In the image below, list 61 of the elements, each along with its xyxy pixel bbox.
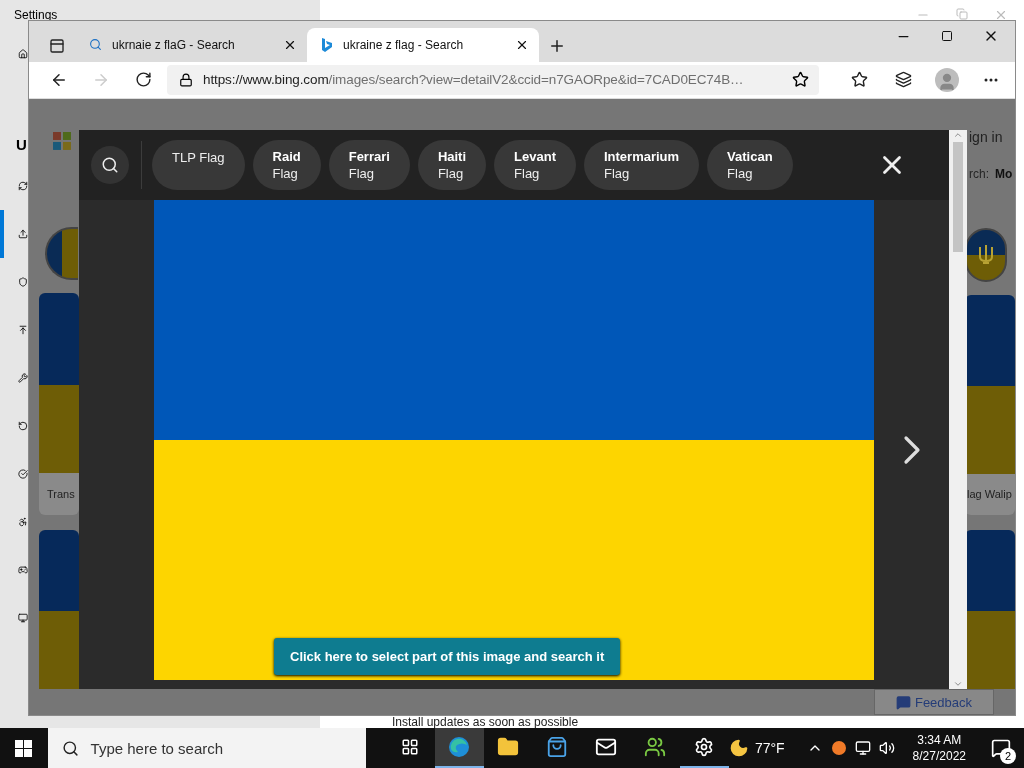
task-view-icon (401, 738, 420, 756)
image-caption: Trans (39, 472, 79, 515)
search-button[interactable] (91, 146, 129, 184)
temperature[interactable]: 77°F (754, 740, 785, 756)
image-caption: lag Walip (965, 473, 1015, 516)
more-icon (984, 77, 998, 82)
search-link[interactable]: Mo (995, 166, 1013, 187)
scrollbar[interactable] (949, 130, 967, 689)
settings-icon (694, 737, 715, 757)
image-card[interactable] (965, 530, 1015, 689)
visual-search-tooltip[interactable]: Click here to select part of this image and search it (274, 638, 621, 675)
search-icon (89, 38, 102, 52)
edge-icon (448, 736, 471, 758)
bing-icon (321, 37, 333, 52)
maximize-icon[interactable] (941, 30, 953, 42)
windows-icon (15, 739, 33, 757)
folder-icon (497, 736, 520, 758)
people-icon (644, 736, 667, 758)
wrench-icon (18, 370, 28, 386)
sign-in-link[interactable]: ign in (969, 129, 1003, 149)
clock[interactable]: 3:34 AM 8/27/2022 (912, 732, 966, 764)
address-bar[interactable]: https://www.bing.com/images/search?view=detailV2&ccid=n7GAORpe&id=7CAD0EC74B… (167, 64, 819, 95)
related-search-chip[interactable]: Ferrari Flag (328, 140, 410, 190)
notification-count: 2 (1000, 748, 1016, 764)
app-tray-icon[interactable] (830, 740, 847, 756)
search-label: rch: (969, 166, 989, 183)
related-search-chip[interactable]: Intermarium Flag (583, 140, 700, 190)
window-title: Settings (14, 8, 58, 22)
section-heading: U (16, 134, 27, 155)
trident-chip[interactable] (965, 228, 1007, 282)
logo-icon (53, 132, 71, 150)
taskbar-search-field[interactable]: Type here to search (47, 728, 366, 768)
image-card[interactable] (965, 294, 1015, 474)
store-icon (546, 736, 569, 758)
notifications-button[interactable]: 2 (984, 729, 1018, 767)
moon-icon (728, 738, 749, 758)
search-icon (101, 156, 119, 174)
volume-icon[interactable] (878, 740, 895, 756)
layers-icon (894, 71, 912, 89)
shield-icon (18, 274, 28, 290)
tab-actions-icon (49, 37, 65, 54)
refresh-icon (134, 71, 152, 89)
related-search-chip[interactable]: Haiti Flag (417, 140, 487, 190)
star-icon (850, 71, 868, 89)
related-search-chip[interactable]: TLP Flag (152, 140, 245, 190)
profile-avatar[interactable] (935, 67, 959, 92)
related-search-chip[interactable]: Vatican Flag (707, 140, 793, 190)
add-favorite-icon[interactable] (792, 71, 809, 89)
flag-chip[interactable] (45, 226, 78, 281)
related-search-chip[interactable]: Raid Flag (252, 140, 321, 190)
lock-icon (179, 72, 193, 87)
feedback-icon (895, 694, 911, 710)
check-circle-icon (18, 466, 28, 482)
browser-tab[interactable]: ukraine z flag - Search (307, 27, 539, 62)
search-icon (61, 739, 79, 757)
related-search-chip[interactable]: Levant Flag (494, 140, 576, 190)
scroll-thumb[interactable] (953, 142, 963, 252)
network-icon[interactable] (854, 740, 871, 756)
browser-tab[interactable]: ukrnaie z flaG - Search (75, 27, 307, 62)
update-hint: Install updates as soon as possible (392, 716, 580, 728)
mail-icon (595, 736, 618, 758)
